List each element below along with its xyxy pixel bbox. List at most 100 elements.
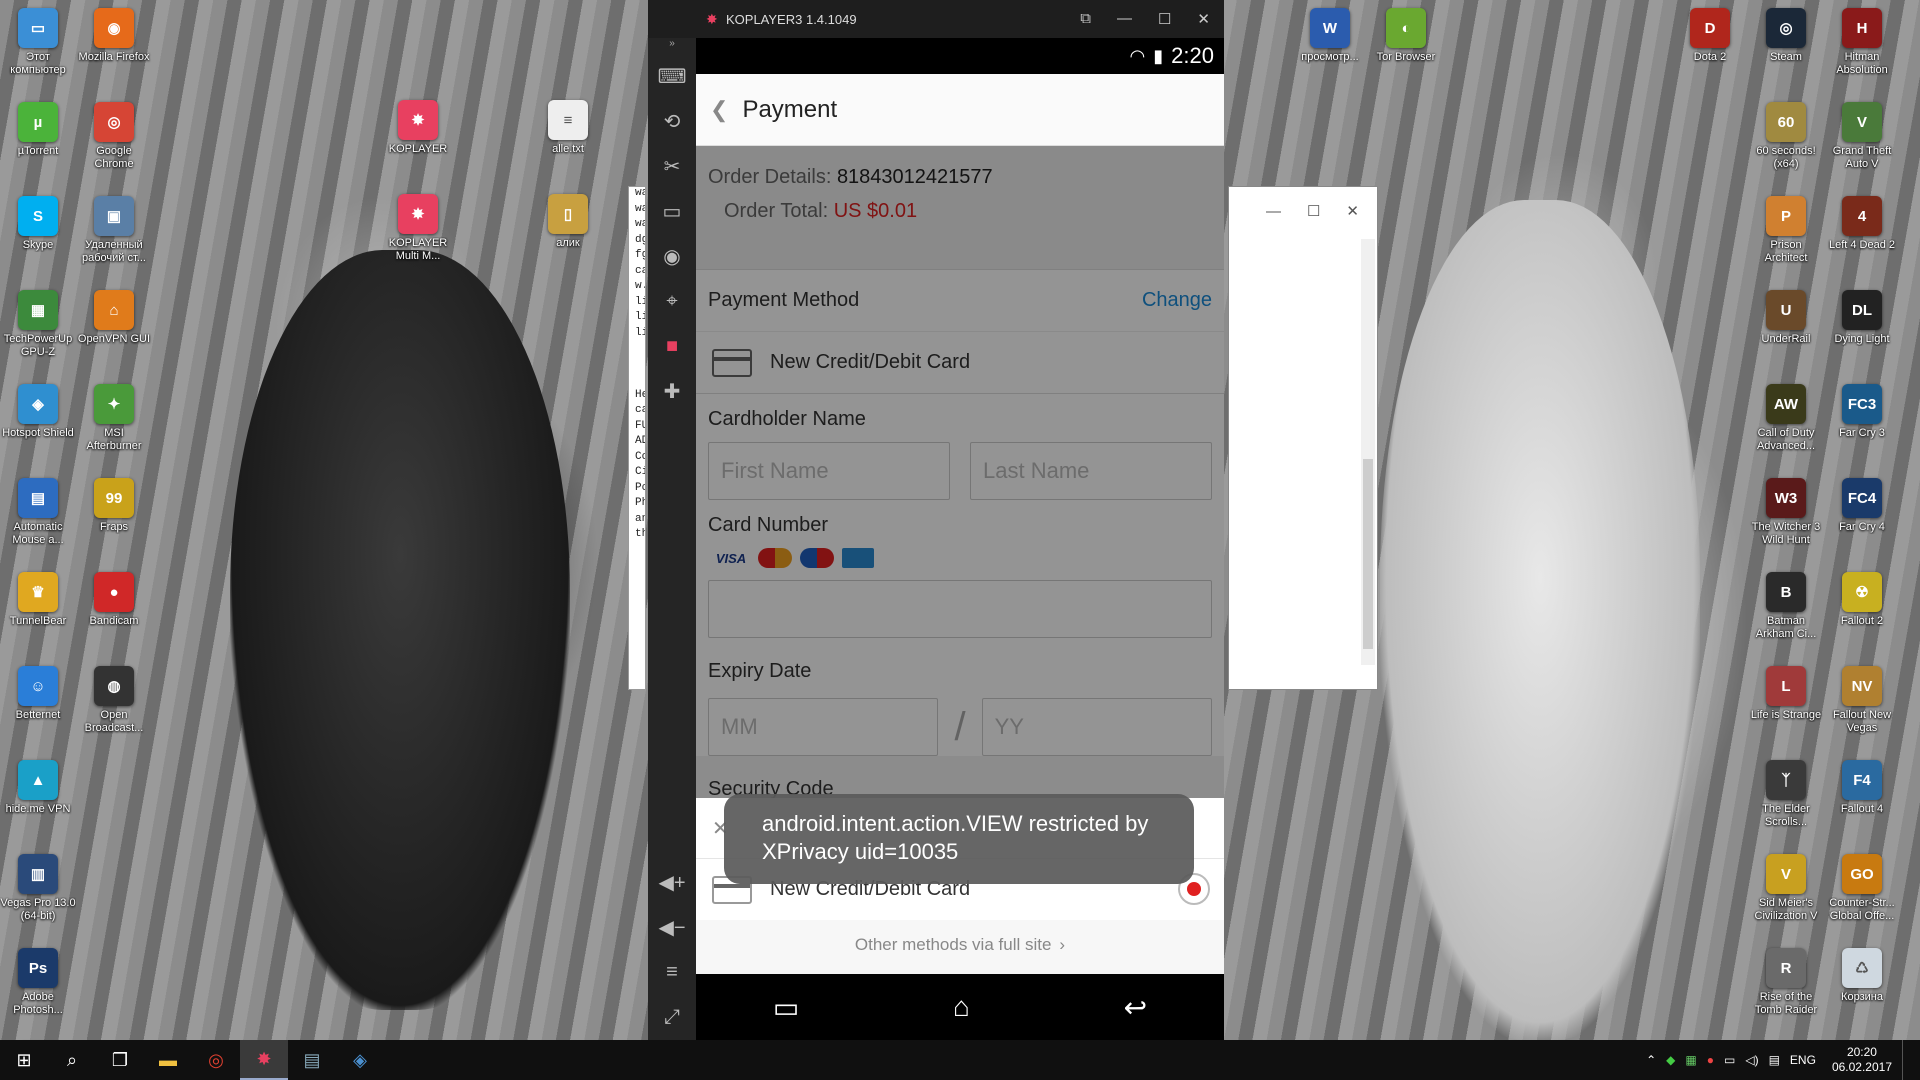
apk-icon[interactable]: ✚ — [648, 369, 696, 414]
desktop-icon[interactable]: ⌂ OpenVPN GUI — [76, 290, 152, 346]
desktop-icon[interactable]: ▯ алик — [530, 194, 606, 250]
change-link[interactable]: Change — [1142, 289, 1212, 312]
start-button[interactable]: ⊞ — [0, 1040, 48, 1080]
expiry-year-input[interactable]: YY — [981, 698, 1212, 756]
desktop-icon[interactable]: ♺ Корзина — [1824, 948, 1900, 1004]
desktop-icon[interactable]: µ µTorrent — [0, 102, 76, 158]
desktop-icon[interactable]: ◎ Google Chrome — [76, 102, 152, 171]
close-icon[interactable]: ✕ — [1197, 10, 1210, 28]
desktop-icon[interactable]: ● Bandicam — [76, 572, 152, 628]
tray-arrow-icon[interactable]: ⌃ — [1646, 1053, 1656, 1067]
desktop-icon[interactable]: H Hitman Absolution — [1824, 8, 1900, 77]
home-icon[interactable]: ⌂ — [953, 991, 970, 1023]
notifications-icon[interactable] — [1902, 1040, 1908, 1080]
desktop-icon[interactable]: ☢ Fallout 2 — [1824, 572, 1900, 628]
tray-red-icon[interactable]: ● — [1707, 1053, 1714, 1067]
other-methods-link[interactable]: Other methods via full site › — [696, 920, 1224, 970]
desktop-icon[interactable]: ◍ Open Broadcast... — [76, 666, 152, 735]
inbox-icon[interactable]: ▭ — [648, 189, 696, 234]
desktop-icon[interactable]: ☺ Betternet — [0, 666, 76, 722]
desktop-icon[interactable]: ◈ Hotspot Shield — [0, 384, 76, 440]
back-icon[interactable]: ↩ — [1124, 991, 1147, 1024]
task-view-icon[interactable]: ❐ — [96, 1040, 144, 1080]
desktop-icon[interactable]: R Rise of the Tomb Raider — [1748, 948, 1824, 1017]
desktop-icon[interactable]: ◎ Steam — [1748, 8, 1824, 64]
desktop-icon[interactable]: F4 Fallout 4 — [1824, 760, 1900, 816]
desktop-icon[interactable]: Ps Adobe Photosh... — [0, 948, 76, 1017]
taskbar-clock[interactable]: 20:20 06.02.2017 — [1832, 1045, 1892, 1075]
fullscreen-icon[interactable]: ⤢ — [648, 995, 696, 1040]
desktop-icon[interactable]: FC4 Far Cry 4 — [1824, 478, 1900, 534]
scrollbar[interactable] — [1361, 239, 1375, 665]
close-icon[interactable]: ✕ — [1346, 202, 1359, 220]
android-screen[interactable]: ◠ ▮ 2:20 ❮ Payment Order Details: 818430… — [696, 38, 1224, 1040]
expand-icon[interactable]: » — [648, 38, 696, 54]
desktop-icon[interactable]: 60 60 seconds! (x64) — [1748, 102, 1824, 171]
recent-apps-icon[interactable]: ▭ — [773, 991, 799, 1024]
desktop-icon[interactable]: ▣ Удаленный рабочий ст... — [76, 196, 152, 265]
search-icon[interactable]: ⌕ — [48, 1040, 96, 1080]
desktop-icon[interactable]: ▲ hide.me VPN — [0, 760, 76, 816]
desktop-icon[interactable]: V Grand Theft Auto V — [1824, 102, 1900, 171]
shield-taskbar-icon[interactable]: ◈ — [336, 1040, 384, 1080]
desktop-icon[interactable]: AW Call of Duty Advanced... — [1748, 384, 1824, 453]
expiry-month-input[interactable]: MM — [708, 698, 939, 756]
tray-speaker-icon[interactable]: ◁) — [1745, 1053, 1758, 1067]
maximize-icon[interactable]: ☐ — [1158, 10, 1171, 28]
desktop-icon[interactable]: ♛ TunnelBear — [0, 572, 76, 628]
desktop-icon[interactable]: P Prison Architect — [1748, 196, 1824, 265]
desktop-icon[interactable]: Wпросмотр... — [1292, 8, 1368, 64]
file-explorer-icon[interactable]: ▬ — [144, 1040, 192, 1080]
tray-network-icon[interactable]: ▭ — [1724, 1053, 1735, 1067]
player-titlebar[interactable]: ✸ KOPLAYER3 1.4.1049 ⧉ — ☐ ✕ — [696, 0, 1224, 38]
record-icon[interactable]: ■ — [648, 324, 696, 369]
notepad-window[interactable]: wa wa wa dg fg ca w. li li li He ca FU AD Co Ci Pc Ph an th — [628, 186, 646, 690]
desktop-icon[interactable]: B Batman Arkham Ci... — [1748, 572, 1824, 641]
desktop-icon[interactable]: ✸ KOPLAYER — [380, 100, 456, 156]
desktop-icon[interactable]: ✸ KOPLAYER Multi M... — [380, 194, 456, 263]
desktop-icon[interactable]: ◉ Mozilla Firefox — [76, 8, 152, 64]
desktop-icon[interactable]: V Sid Meier's Civilization V — [1748, 854, 1824, 923]
koplayer-window[interactable]: ✸ KOPLAYER3 1.4.1049 ⧉ — ☐ ✕ » ⌨ ⟲ ✂ ▭ ◉… — [648, 0, 1224, 1040]
desktop-icon[interactable]: ▥ Vegas Pro 13.0 (64-bit) — [0, 854, 76, 923]
card-number-input[interactable] — [708, 580, 1212, 638]
scrollbar-thumb[interactable] — [1363, 459, 1373, 649]
desktop-icon[interactable]: S Skype — [0, 196, 76, 252]
tray-message-icon[interactable]: ▤ — [1769, 1053, 1780, 1067]
volume-up-icon[interactable]: ◀+ — [648, 860, 696, 905]
location-icon[interactable]: ⌖ — [648, 279, 696, 324]
desktop-icon[interactable]: 4 Left 4 Dead 2 — [1824, 196, 1900, 252]
notepad-taskbar-icon[interactable]: ▤ — [288, 1040, 336, 1080]
desktop-icon[interactable]: GO Counter-Str... Global Offe... — [1824, 854, 1900, 923]
minimize-icon[interactable]: — — [1117, 10, 1132, 28]
desktop-icon[interactable]: 99 Fraps — [76, 478, 152, 534]
desktop-icon[interactable]: L Life is Strange — [1748, 666, 1824, 722]
volume-down-icon[interactable]: ◀− — [648, 905, 696, 950]
background-window[interactable]: — ☐ ✕ — [1228, 186, 1378, 690]
tray-gpu-icon[interactable]: ▦ — [1685, 1053, 1696, 1067]
desktop-icon[interactable]: FC3 Far Cry 3 — [1824, 384, 1900, 440]
desktop-icon[interactable]: NV Fallout New Vegas — [1824, 666, 1900, 735]
desktop-icon[interactable]: ✦ MSI Afterburner — [76, 384, 152, 453]
selected-method[interactable]: New Credit/Debit Card — [696, 332, 1224, 394]
desktop-icon[interactable]: ▭ Этот компьютер — [0, 8, 76, 77]
first-name-input[interactable]: First Name — [708, 442, 950, 500]
desktop-icon[interactable]: D Dota 2 — [1672, 8, 1748, 64]
restore-icon[interactable]: ⧉ — [1080, 10, 1091, 28]
desktop-icon[interactable]: ≡ alle.txt — [530, 100, 606, 156]
minimize-icon[interactable]: — — [1266, 203, 1281, 220]
desktop-icon[interactable]: ᛉ The Elder Scrolls... — [1748, 760, 1824, 829]
scissors-icon[interactable]: ✂ — [648, 144, 696, 189]
last-name-input[interactable]: Last Name — [970, 442, 1212, 500]
desktop-icon[interactable]: W3 The Witcher 3 Wild Hunt — [1748, 478, 1824, 547]
menu-icon[interactable]: ≡ — [648, 950, 696, 995]
keyboard-icon[interactable]: ⌨ — [648, 54, 696, 99]
language-indicator[interactable]: ENG — [1790, 1053, 1816, 1067]
koplayer-taskbar-icon[interactable]: ✸ — [240, 1040, 288, 1080]
chrome-icon[interactable]: ◎ — [192, 1040, 240, 1080]
tray-shield-icon[interactable]: ◆ — [1666, 1053, 1675, 1067]
desktop-icon[interactable]: U UnderRail — [1748, 290, 1824, 346]
rotate-icon[interactable]: ⟲ — [648, 99, 696, 144]
maximize-icon[interactable]: ☐ — [1307, 202, 1320, 220]
back-arrow-icon[interactable]: ❮ — [710, 97, 728, 123]
